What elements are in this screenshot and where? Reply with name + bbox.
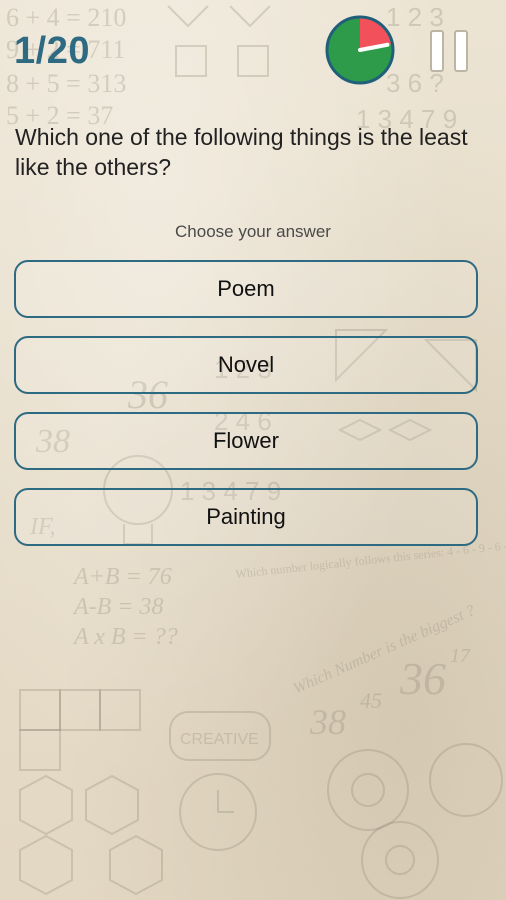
pause-bar-left [430, 30, 444, 72]
answer-option[interactable]: Poem [14, 260, 478, 318]
answer-option[interactable]: Flower [14, 412, 478, 470]
question-text: Which one of the following things is the… [15, 124, 468, 180]
timer-pie-icon [325, 15, 395, 85]
bg-big-38: 38 [309, 702, 346, 742]
bg-ab-3: A x B = ?? [72, 624, 178, 650]
answer-list: Poem Novel Flower Painting [14, 260, 478, 564]
bg-big-17: 17 [450, 645, 471, 667]
pause-button[interactable] [430, 30, 472, 72]
bg-ab-1: A+B = 76 [72, 564, 172, 590]
question-counter: 1/20 [14, 30, 90, 72]
answer-prompt: Choose your answer [175, 222, 331, 241]
bg-big-36: 36 [399, 653, 446, 704]
bg-big-45: 45 [360, 688, 382, 713]
answer-option[interactable]: Painting [14, 488, 478, 546]
pause-bar-right [454, 30, 468, 72]
bg-creative: CREATIVE [180, 731, 259, 748]
header: 1/20 [0, 0, 506, 110]
answer-option[interactable]: Novel [14, 336, 478, 394]
bg-ab-2: A-B = 38 [72, 594, 164, 620]
